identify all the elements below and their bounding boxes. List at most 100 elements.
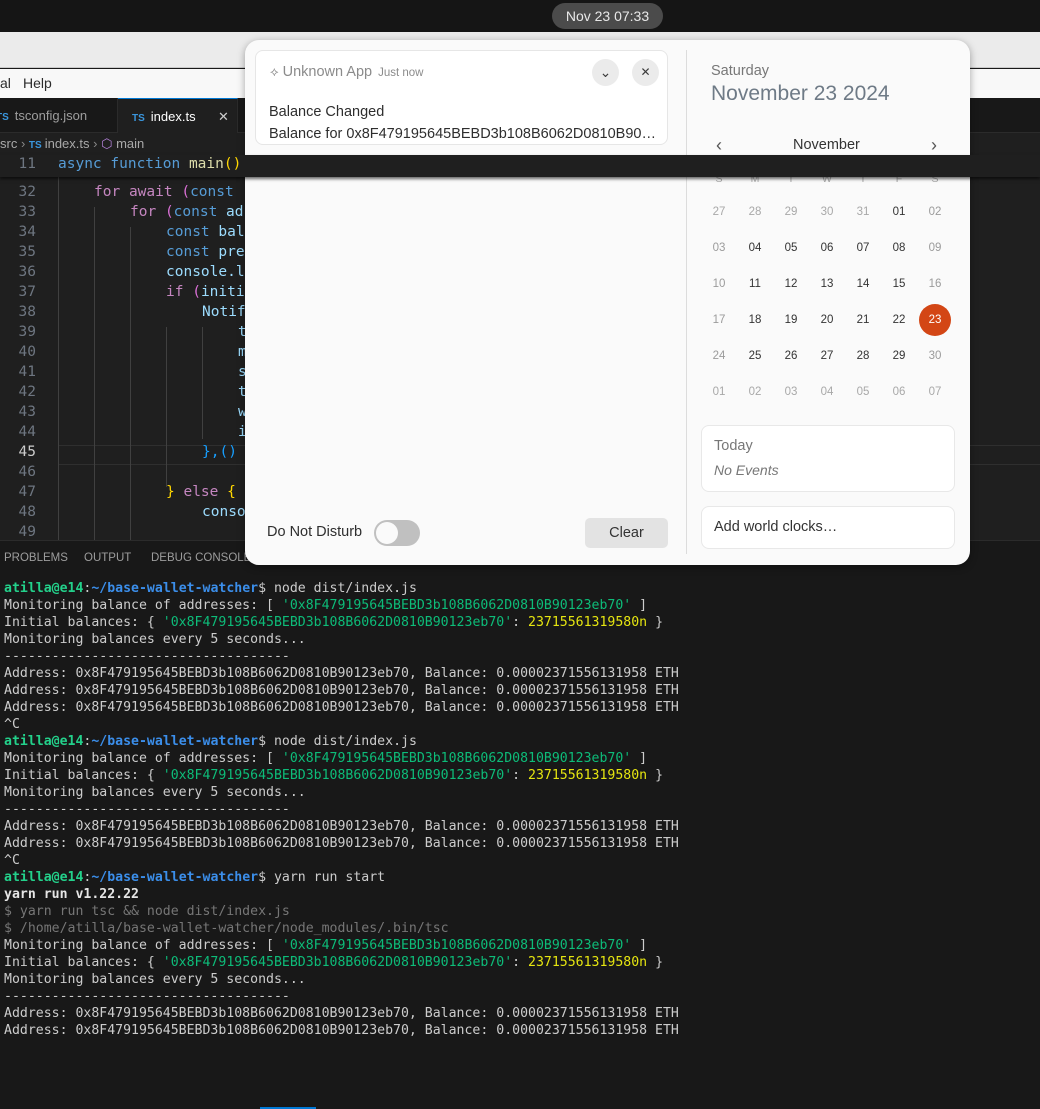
calendar-day[interactable]: 30 [809,194,845,230]
expand-button[interactable]: ⌄ [592,59,619,86]
calendar-day[interactable]: 14 [845,266,881,302]
code-line: Notif [202,304,246,320]
sticky-scroll[interactable]: 11 async function main() [0,155,1040,177]
calendar-day[interactable]: 13 [809,266,845,302]
calendar-day[interactable]: 27 [701,194,737,230]
notification-header: ⟡ Unknown App Just now [270,64,424,80]
line-number: 46 [18,464,36,480]
calendar-day[interactable]: 03 [773,374,809,410]
calendar-day[interactable]: 16 [917,266,953,302]
calendar-day[interactable]: 18 [737,302,773,338]
previous-month-button[interactable]: ‹ [716,135,722,156]
calendar-day[interactable]: 02 [917,194,953,230]
line-number: 32 [18,184,36,200]
calendar-day[interactable]: 07 [917,374,953,410]
ts-file-icon: TS [28,140,42,151]
tab-index-ts[interactable]: TS index.ts ✕ [118,98,238,133]
calendar-day[interactable]: 01 [881,194,917,230]
calendar-day[interactable]: 20 [809,302,845,338]
code-line: if (initi [166,284,245,300]
close-tab-icon[interactable]: ✕ [218,99,229,134]
clock-button[interactable]: Nov 23 07:33 [552,3,663,29]
chevron-left-icon: ‹ [716,135,722,155]
calendar-day[interactable]: 24 [701,338,737,374]
calendar-day[interactable]: 19 [773,302,809,338]
calendar-day[interactable]: 03 [701,230,737,266]
calendar-day[interactable]: 29 [773,194,809,230]
calendar-day[interactable]: 12 [773,266,809,302]
panel-tab-output[interactable]: OUTPUT [84,552,131,564]
dismiss-button[interactable]: ✕ [632,59,659,86]
calendar-full-date[interactable]: November 23 2024 [711,82,890,106]
calendar-day[interactable]: 28 [845,338,881,374]
panel-tab-debug-console[interactable]: DEBUG CONSOLE [151,552,251,564]
notification-body: Balance for 0x8F479195645BEBD3b108B6062D… [269,126,656,142]
terminal-balance-line: Address: 0x8F479195645BEBD3b108B6062D081… [4,1023,679,1038]
calendar-day[interactable]: 02 [737,374,773,410]
calendar-day[interactable]: 22 [881,302,917,338]
calendar-day[interactable]: 31 [845,194,881,230]
calendar-day[interactable]: 06 [809,230,845,266]
code-line: },() [202,444,237,460]
calendar-day[interactable]: 05 [845,374,881,410]
calendar-day[interactable]: 10 [701,266,737,302]
terminal-output[interactable]: atilla@e14:~/base-wallet-watcher$ node d… [4,580,1040,1039]
calendar-day[interactable]: 29 [881,338,917,374]
code-line: const pre [166,244,245,260]
code-line: for (const ad [130,204,244,220]
calendar-day[interactable]: 21 [845,302,881,338]
terminal-prompt-line: atilla@e14:~/base-wallet-watcher$ node d… [4,734,417,749]
calendar-day-today[interactable]: 23 [919,304,951,336]
calendar-day[interactable]: 30 [917,338,953,374]
calendar-weekday[interactable]: Saturday [711,63,769,79]
calendar-day[interactable]: 05 [773,230,809,266]
breadcrumb-symbol[interactable]: main [116,136,144,151]
calendar-day[interactable]: 27 [809,338,845,374]
calendar-day[interactable]: 26 [773,338,809,374]
code-line: } else { [166,484,236,500]
panel-tab-problems[interactable]: PROBLEMS [4,552,68,564]
calendar-day[interactable]: 28 [737,194,773,230]
calendar-day[interactable]: 08 [881,230,917,266]
calendar-day[interactable]: 25 [737,338,773,374]
world-clocks-label: Add world clocks… [714,519,838,535]
menu-help[interactable]: Help [23,75,52,91]
menu-terminal[interactable]: al [0,75,11,91]
dnd-toggle[interactable] [374,520,420,546]
toggle-knob [376,522,398,544]
top-bar: Nov 23 07:33 [0,0,1040,32]
events-card[interactable]: Today No Events [701,425,955,492]
terminal-line: Initial balances: { '0x8F479195645BEBD3b… [4,955,664,970]
calendar-day[interactable]: 15 [881,266,917,302]
calendar-day[interactable]: 11 [737,266,773,302]
line-number: 36 [18,264,36,280]
line-number: 38 [18,304,36,320]
sticky-code: async function main() [58,156,242,172]
clear-button[interactable]: Clear [585,518,668,548]
calendar-day[interactable]: 06 [881,374,917,410]
world-clocks-button[interactable]: Add world clocks… [701,506,955,549]
events-heading: Today [714,438,753,454]
next-month-button[interactable]: › [931,135,937,156]
terminal-line: Monitoring balance of addresses: [ '0x8F… [4,938,648,953]
breadcrumb-folder[interactable]: src [0,136,17,151]
line-number: 35 [18,244,36,260]
calendar-day[interactable]: 07 [845,230,881,266]
calendar-day[interactable]: 17 [701,302,737,338]
calendar-day[interactable]: 01 [701,374,737,410]
calendar-day[interactable]: 04 [809,374,845,410]
calendar-day[interactable]: 04 [737,230,773,266]
line-number: 45 [18,444,36,460]
divider [686,50,687,554]
tab-tsconfig[interactable]: TS tsconfig.json [0,98,118,133]
terminal-prompt-line: atilla@e14:~/base-wallet-watcher$ yarn r… [4,870,386,885]
line-number: 40 [18,344,36,360]
notification-card[interactable]: ⟡ Unknown App Just now ⌄ ✕ Balance Change… [255,50,668,145]
terminal-line: ------------------------------------ [4,802,290,817]
terminal-line: Monitoring balances every 5 seconds... [4,972,306,987]
terminal-balance-line: Address: 0x8F479195645BEBD3b108B6062D081… [4,1006,679,1021]
line-number: 33 [18,204,36,220]
code-line: console.l [166,264,245,280]
calendar-day[interactable]: 09 [917,230,953,266]
breadcrumb-file[interactable]: index.ts [45,136,90,151]
